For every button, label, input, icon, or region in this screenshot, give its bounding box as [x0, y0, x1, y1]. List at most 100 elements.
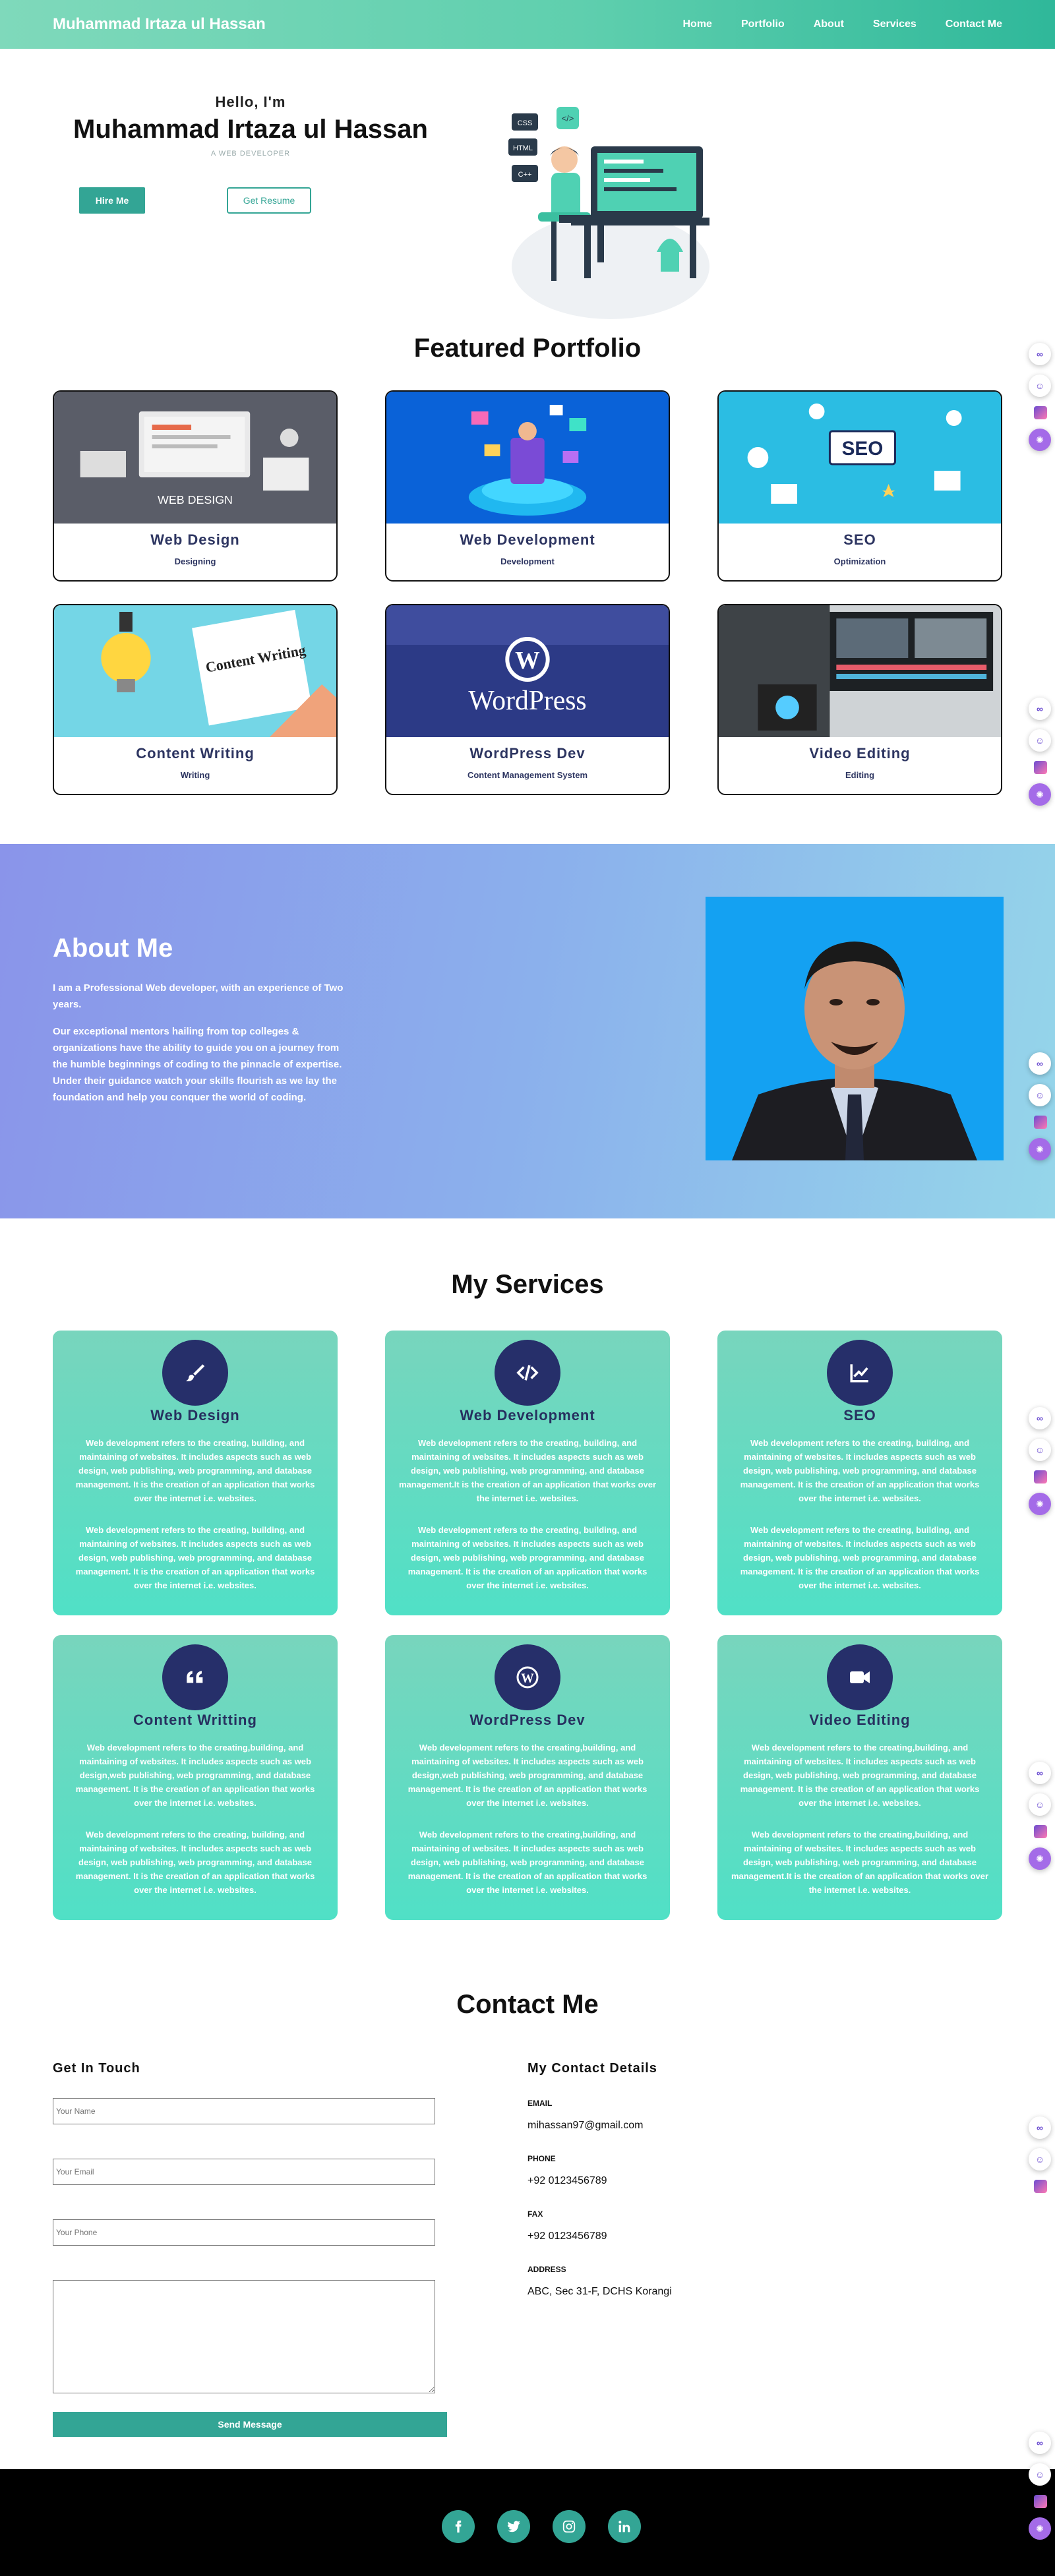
address-value: ABC, Sec 31-F, DCHS Korangi	[528, 2286, 672, 2297]
portfolio-item-sub: Editing	[845, 770, 875, 780]
brain-icon[interactable]: ✺	[1029, 429, 1051, 451]
phone-field[interactable]	[53, 2219, 435, 2246]
phone-value[interactable]: +92 0123456789	[528, 2175, 672, 2187]
portfolio-item-sub: Designing	[174, 556, 216, 566]
assistant-face-icon[interactable]: ☺	[1029, 2148, 1051, 2171]
portfolio-item-title: Video Editing	[809, 745, 911, 762]
service-desc: Web development refers to the creating, …	[740, 1525, 980, 1590]
hire-me-button[interactable]: Hire Me	[79, 187, 145, 214]
translate-icon[interactable]	[1034, 2495, 1047, 2508]
instagram-icon[interactable]	[553, 2510, 586, 2543]
assistant-face-icon[interactable]: ☺	[1029, 1793, 1051, 1816]
profile-photo	[706, 897, 1004, 1160]
nav-about[interactable]: About	[814, 18, 844, 30]
brain-icon[interactable]: ✺	[1029, 2517, 1051, 2540]
assistant-face-icon[interactable]: ☺	[1029, 1084, 1051, 1106]
infinity-icon[interactable]: ∞	[1029, 2432, 1051, 2454]
nav-portfolio[interactable]: Portfolio	[741, 18, 785, 30]
service-desc: Web development refers to the creating,b…	[731, 1830, 989, 1895]
infinity-icon[interactable]: ∞	[1029, 2116, 1051, 2139]
portfolio-caption: Content Writing Writing	[54, 737, 336, 780]
assistant-face-icon[interactable]: ☺	[1029, 1439, 1051, 1461]
email-value[interactable]: mihassan97@gmail.com	[528, 2120, 672, 2132]
assistant-face-icon[interactable]: ☺	[1029, 374, 1051, 397]
service-title: Web Design	[150, 1407, 240, 1423]
form-heading: Get In Touch	[53, 2061, 140, 2076]
translate-icon[interactable]	[1034, 1470, 1047, 1483]
css-tag: CSS	[518, 119, 533, 127]
infinity-icon[interactable]: ∞	[1029, 698, 1051, 720]
seo-image: SEO	[719, 392, 1001, 524]
linkedin-icon[interactable]	[608, 2510, 641, 2543]
infinity-icon[interactable]: ∞	[1029, 1762, 1051, 1784]
hero-name: Muhammad Irtaza ul Hassan	[73, 115, 428, 144]
portfolio-card-wordpress[interactable]: W WordPress WordPress Dev Content Manage…	[385, 604, 670, 795]
service-card-seo: SEO Web development refers to the creati…	[717, 1331, 1002, 1615]
translate-icon[interactable]	[1034, 761, 1047, 774]
html-tag: HTML	[513, 144, 533, 152]
svg-text:W: W	[521, 1672, 534, 1686]
services-title: My Services	[451, 1270, 604, 1299]
portfolio-card-web-design[interactable]: WEB DESIGN Web Design Designing	[53, 390, 338, 582]
floating-widget: ∞ ☺	[1026, 2116, 1055, 2202]
twitter-icon[interactable]	[497, 2510, 530, 2543]
infinity-icon[interactable]: ∞	[1029, 343, 1051, 365]
name-field[interactable]	[53, 2098, 435, 2124]
about-intro: I am a Professional Web developer, with …	[53, 982, 344, 1010]
video-editing-image	[719, 605, 1001, 737]
nav-contact[interactable]: Contact Me	[946, 18, 1002, 30]
portfolio-card-web-development[interactable]: Web Development Development	[385, 390, 670, 582]
service-card-wordpress: W WordPress Dev Web development refers t…	[385, 1635, 670, 1920]
hero-greeting: Hello, I'm	[215, 94, 286, 110]
about-title: About Me	[53, 934, 173, 963]
service-title: Content Writting	[133, 1712, 257, 1728]
translate-icon[interactable]	[1034, 406, 1047, 419]
floating-widget: ∞ ☺ ✺	[1026, 343, 1055, 460]
email-label: EMAIL	[528, 2099, 553, 2108]
service-desc: Web development refers to the creating, …	[75, 1830, 315, 1895]
service-card-video-editing: Video Editing Web development refers to …	[717, 1635, 1002, 1920]
translate-icon[interactable]	[1034, 1825, 1047, 1838]
service-desc: Web development refers to the creating,b…	[407, 1830, 648, 1895]
content-writing-image: Content Writing	[54, 605, 336, 737]
service-card-content-writing: Content Writting Web development refers …	[53, 1635, 338, 1920]
svg-text:</>: </>	[562, 113, 574, 123]
portfolio-item-sub: Optimization	[833, 556, 886, 566]
get-resume-button[interactable]: Get Resume	[227, 187, 311, 214]
portfolio-item-title: Web Design	[150, 531, 240, 548]
brain-icon[interactable]: ✺	[1029, 1847, 1051, 1870]
assistant-face-icon[interactable]: ☺	[1029, 729, 1051, 752]
nav-home[interactable]: Home	[683, 18, 712, 30]
translate-icon[interactable]	[1034, 1116, 1047, 1129]
contact-section: Contact Me Get In Touch Send Message My …	[0, 1990, 1055, 2437]
web-design-image: WEB DESIGN	[54, 392, 336, 524]
translate-icon[interactable]	[1034, 2180, 1047, 2193]
portfolio-item-sub: Writing	[180, 770, 210, 780]
service-desc: Web development refers to the creating,b…	[75, 1743, 315, 1808]
wordpress-image-text: WordPress	[468, 686, 586, 716]
portfolio-card-content-writing[interactable]: Content Writing Content Writing Writing	[53, 604, 338, 795]
facebook-icon[interactable]	[442, 2510, 475, 2543]
details-heading: My Contact Details	[528, 2061, 657, 2076]
chart-line-icon	[827, 1340, 893, 1406]
fax-value: +92 0123456789	[528, 2231, 607, 2242]
send-message-button[interactable]: Send Message	[53, 2412, 447, 2437]
infinity-icon[interactable]: ∞	[1029, 1407, 1051, 1429]
nav-services[interactable]: Services	[873, 18, 917, 30]
brain-icon[interactable]: ✺	[1029, 1138, 1051, 1160]
email-field[interactable]	[53, 2159, 435, 2185]
message-field[interactable]	[53, 2280, 435, 2393]
seo-image-text: SEO	[842, 438, 884, 460]
portfolio-card-seo[interactable]: SEO SEO Optimization	[717, 390, 1002, 582]
portfolio-grid: WEB DESIGN Web Design Designing Web Deve…	[53, 390, 1002, 795]
brain-icon[interactable]: ✺	[1029, 1493, 1051, 1515]
portfolio-card-video-editing[interactable]: Video Editing Editing	[717, 604, 1002, 795]
portfolio-item-sub: Development	[500, 556, 555, 566]
service-title: SEO	[843, 1407, 876, 1423]
brain-icon[interactable]: ✺	[1029, 783, 1051, 806]
assistant-face-icon[interactable]: ☺	[1029, 2463, 1051, 2486]
brand-logo[interactable]: Muhammad Irtaza ul Hassan	[53, 15, 266, 34]
infinity-icon[interactable]: ∞	[1029, 1052, 1051, 1075]
service-desc: Web development refers to the creating, …	[398, 1438, 657, 1503]
footer	[0, 2469, 1055, 2576]
